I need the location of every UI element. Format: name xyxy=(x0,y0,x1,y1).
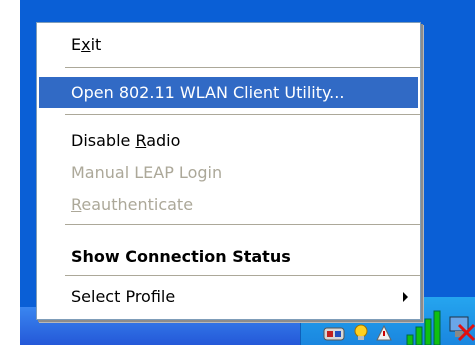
alert-icon[interactable] xyxy=(376,324,392,342)
shield-icon[interactable] xyxy=(323,326,345,342)
menu-item-disable-radio[interactable]: Disable Radio xyxy=(39,125,418,156)
menu-item-accelerator: R xyxy=(135,131,147,150)
menu-separator xyxy=(65,114,420,115)
menu-separator xyxy=(65,275,420,276)
submenu-arrow-icon xyxy=(403,292,408,302)
menu-item-label: adio xyxy=(146,131,181,150)
menu-item-reauthenticate: Reauthenticate xyxy=(39,189,418,220)
menu-item-show-connection-status[interactable]: Show Connection Status xyxy=(39,241,418,272)
menu-item-label: Disable xyxy=(71,131,136,150)
menu-item-manual-leap-login: Manual LEAP Login xyxy=(39,157,418,188)
menu-item-exit[interactable]: Exit xyxy=(39,29,418,60)
network-disconnected-icon[interactable] xyxy=(447,313,475,343)
menu-item-label: Open 802.11 WLAN Client Utility... xyxy=(71,83,345,102)
menu-item-select-profile[interactable]: Select Profile xyxy=(39,281,418,312)
bulb-icon[interactable] xyxy=(353,324,369,342)
menu-item-label: Select Profile xyxy=(71,287,176,306)
menu-separator xyxy=(65,224,420,225)
menu-item-label: E xyxy=(71,35,82,54)
menu-item-accelerator: x xyxy=(81,35,91,54)
menu-item-label: Show Connection Status xyxy=(71,247,291,266)
menu-separator xyxy=(65,67,420,68)
context-menu: Exit Open 802.11 WLAN Client Utility... … xyxy=(36,22,421,320)
menu-item-label: Manual LEAP Login xyxy=(71,163,223,182)
menu-item-accelerator: R xyxy=(71,195,82,214)
menu-item-label: it xyxy=(90,35,102,54)
menu-item-open-utility[interactable]: Open 802.11 WLAN Client Utility... xyxy=(39,77,418,108)
menu-item-label: eauthenticate xyxy=(81,195,194,214)
